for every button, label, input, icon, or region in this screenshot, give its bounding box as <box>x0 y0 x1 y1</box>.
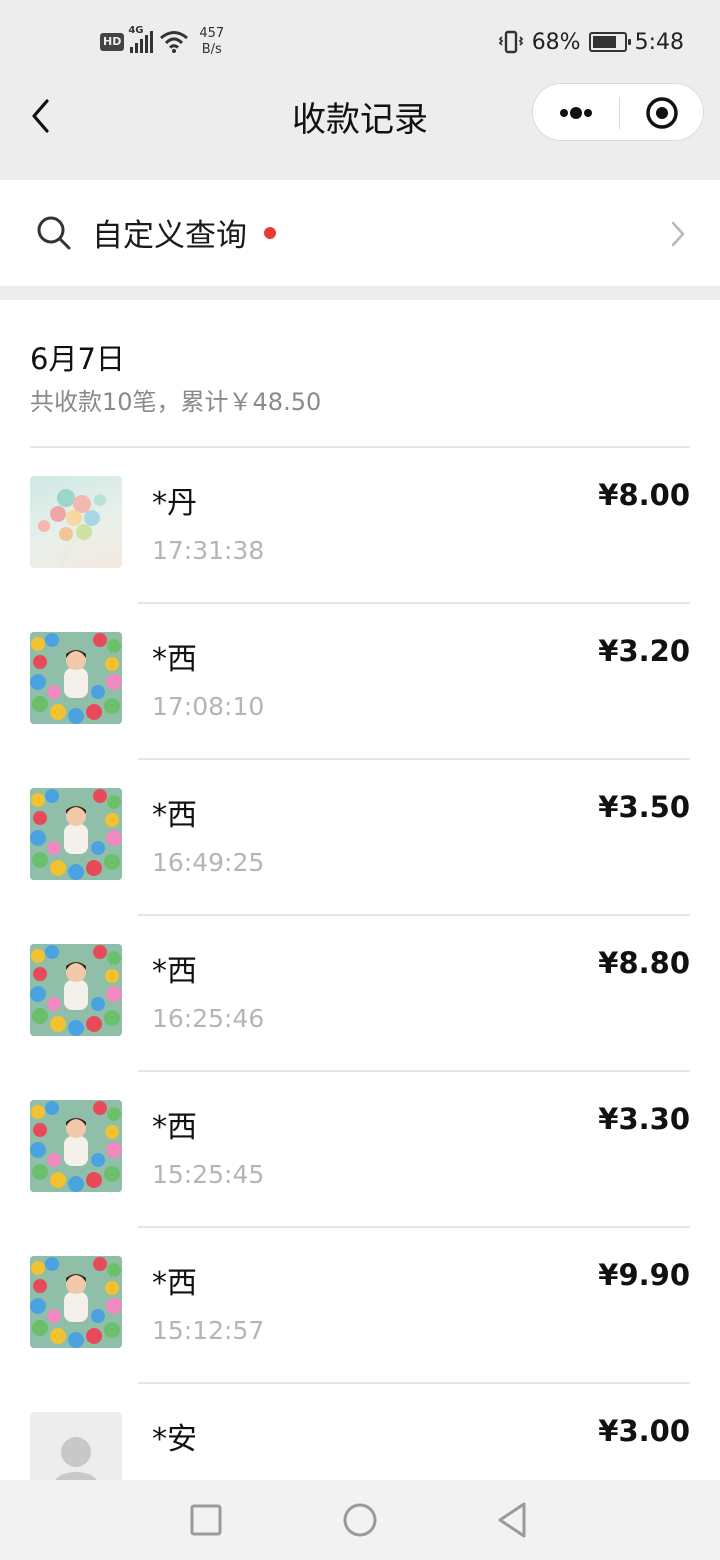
record-row[interactable]: *丹 17:31:38 ¥8.00 <box>0 448 720 604</box>
close-miniprogram-button[interactable] <box>619 84 705 142</box>
more-button[interactable] <box>533 84 619 142</box>
payment-amount: ¥3.50 <box>598 790 690 824</box>
ball-pit-photo-icon <box>30 632 122 724</box>
net-speed-unit: B/s <box>201 42 222 57</box>
payer-name: *丹 <box>152 486 197 521</box>
record-row[interactable]: *西 16:49:25 ¥3.50 <box>0 760 720 916</box>
record-row[interactable]: *西 15:25:45 ¥3.30 <box>0 1072 720 1228</box>
recents-button[interactable] <box>186 1500 226 1540</box>
status-left: HD 4G 457 B/s <box>100 22 224 62</box>
avatar <box>30 1100 122 1192</box>
custom-query-row[interactable]: 自定义查询 <box>0 180 720 286</box>
net-speed-value: 457 <box>199 26 225 41</box>
avatar <box>30 1412 122 1480</box>
payer-name: *西 <box>152 798 197 833</box>
payment-time: 17:31:38 <box>152 536 265 565</box>
status-bar: HD 4G 457 B/s 68% 5:48 <box>0 0 720 84</box>
group-date: 6月7日 <box>30 342 125 376</box>
payer-name: *西 <box>152 954 197 989</box>
record-row[interactable]: *安 ¥3.00 <box>0 1384 720 1480</box>
status-right: 68% 5:48 <box>498 22 684 62</box>
payment-time: 15:12:57 <box>152 1316 265 1345</box>
record-row[interactable]: *西 17:08:10 ¥3.20 <box>0 604 720 760</box>
search-icon <box>37 216 71 250</box>
payment-amount: ¥3.20 <box>598 634 690 668</box>
ball-pit-photo-icon <box>30 1256 122 1348</box>
vibrate-icon <box>498 30 523 54</box>
ball-pit-photo-icon <box>30 1100 122 1192</box>
more-dots-icon <box>560 107 592 119</box>
square-icon <box>190 1504 222 1536</box>
balloon-photo-icon <box>38 489 106 568</box>
battery-icon <box>588 32 631 52</box>
payment-time: 15:25:45 <box>152 1160 265 1189</box>
miniprogram-capsule <box>532 83 704 141</box>
record-row[interactable]: *西 16:25:46 ¥8.80 <box>0 916 720 1072</box>
battery-percent: 68% <box>531 29 581 55</box>
payer-name: *安 <box>152 1422 197 1457</box>
avatar <box>30 476 122 568</box>
target-close-icon <box>646 97 678 129</box>
payer-name: *西 <box>152 642 197 677</box>
payment-amount: ¥8.80 <box>598 946 690 980</box>
payment-amount: ¥8.00 <box>598 478 690 512</box>
payer-name: *西 <box>152 1266 197 1301</box>
network-speed: 457 B/s <box>199 26 224 58</box>
payment-amount: ¥3.00 <box>598 1414 690 1448</box>
payment-records-list: 6月7日 共收款10笔，累计￥48.50 *丹 17:31:38 ¥8.00 *… <box>0 300 720 1480</box>
payer-name: *西 <box>152 1110 197 1145</box>
circle-icon <box>343 1503 377 1537</box>
hd-badge: HD <box>100 33 125 51</box>
nav-bar: 收款记录 <box>0 83 720 180</box>
wifi-icon <box>160 31 189 53</box>
cellular-signal-icon: 4G <box>128 25 154 53</box>
payment-time: 16:49:25 <box>152 848 265 877</box>
payment-amount: ¥3.30 <box>598 1102 690 1136</box>
payment-time: 16:25:46 <box>152 1004 265 1033</box>
group-summary: 共收款10笔，累计￥48.50 <box>30 388 322 416</box>
ball-pit-photo-icon <box>30 788 122 880</box>
triangle-back-icon <box>498 1502 526 1538</box>
home-button[interactable] <box>340 1500 380 1540</box>
system-navigation-bar <box>0 1480 720 1560</box>
notification-dot <box>264 227 276 239</box>
custom-query-label: 自定义查询 <box>92 218 247 254</box>
avatar <box>30 632 122 724</box>
payment-amount: ¥9.90 <box>598 1258 690 1292</box>
avatar <box>30 1256 122 1348</box>
payment-time: 17:08:10 <box>152 692 265 721</box>
avatar <box>30 944 122 1036</box>
system-back-button[interactable] <box>492 1500 532 1540</box>
avatar <box>30 788 122 880</box>
ball-pit-photo-icon <box>30 944 122 1036</box>
chevron-right-icon <box>671 221 685 247</box>
default-user-icon <box>30 1412 122 1480</box>
network-type: 4G <box>128 25 144 36</box>
record-row[interactable]: *西 15:12:57 ¥9.90 <box>0 1228 720 1384</box>
clock: 5:48 <box>634 29 684 55</box>
